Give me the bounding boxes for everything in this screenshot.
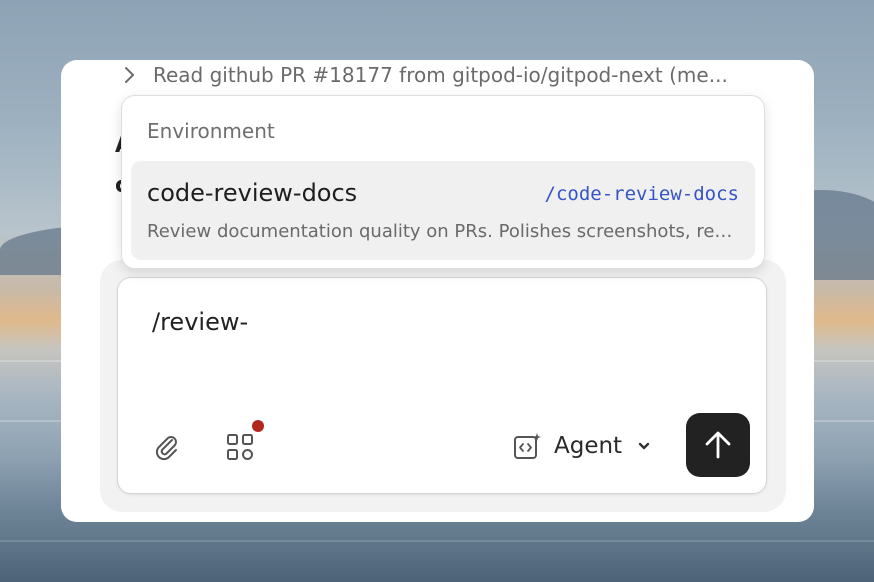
suggestion-item[interactable]: code-review-docs /code-review-docs Revie… bbox=[131, 161, 755, 260]
message-input[interactable]: /review- bbox=[152, 308, 248, 336]
apps-grid-icon[interactable] bbox=[224, 431, 256, 463]
command-suggestions-dropdown: Environment code-review-docs /code-revie… bbox=[121, 95, 765, 269]
water-reflection bbox=[0, 540, 874, 542]
notification-dot bbox=[252, 420, 264, 432]
code-sparkle-icon bbox=[512, 431, 542, 461]
suggestion-description: Review documentation quality on PRs. Pol… bbox=[147, 221, 739, 242]
arrow-up-icon bbox=[705, 431, 731, 459]
suggestion-command: /code-review-docs bbox=[544, 183, 739, 205]
chevron-right-icon[interactable] bbox=[123, 66, 153, 84]
thread-step-text: Read github PR #18177 from gitpod-io/git… bbox=[153, 63, 728, 87]
send-button[interactable] bbox=[686, 413, 750, 477]
chevron-down-icon bbox=[636, 438, 652, 454]
message-composer: /review- Agent bbox=[117, 277, 767, 494]
agent-mode-label: Agent bbox=[554, 433, 623, 459]
paperclip-icon[interactable] bbox=[152, 432, 182, 462]
thread-step-row[interactable]: Read github PR #18177 from gitpod-io/git… bbox=[123, 60, 803, 90]
dropdown-section-heading: Environment bbox=[147, 119, 275, 143]
suggestion-name: code-review-docs bbox=[147, 179, 358, 207]
agent-mode-selector[interactable]: Agent bbox=[512, 428, 652, 464]
